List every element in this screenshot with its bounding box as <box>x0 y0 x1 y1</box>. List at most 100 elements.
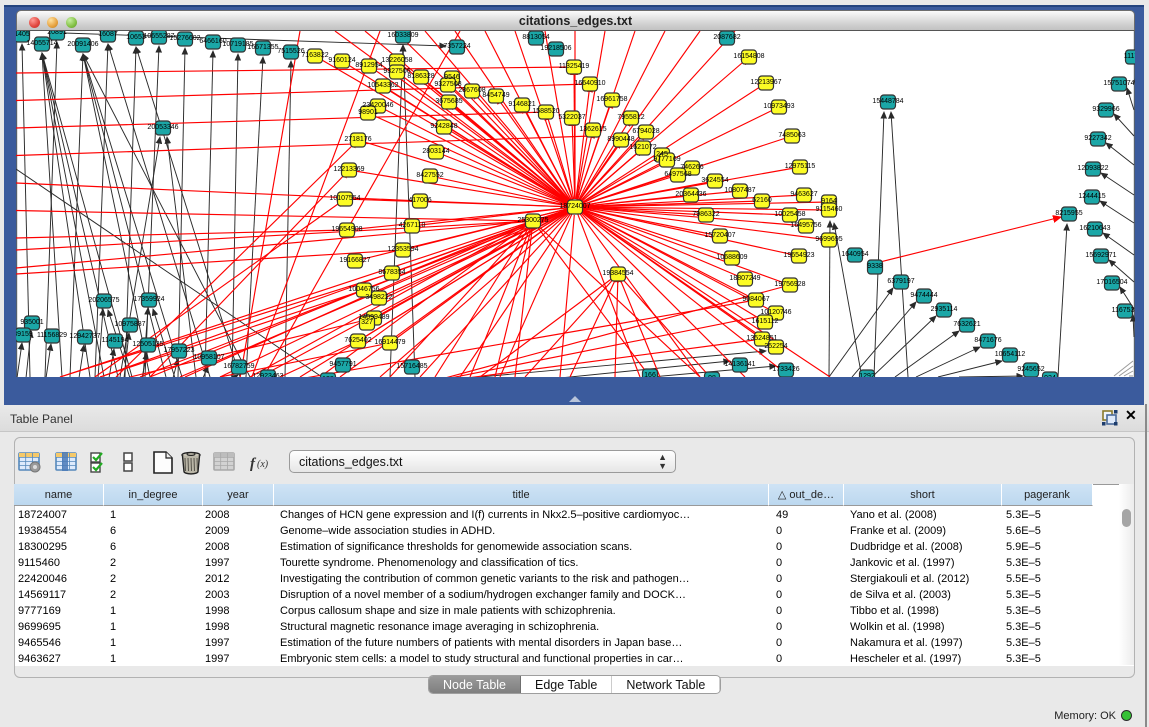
svg-text:12353594: 12353594 <box>387 246 418 253</box>
svg-text:924: 924 <box>1044 375 1056 377</box>
svg-text:15716485: 15716485 <box>396 363 427 370</box>
svg-text:9474444: 9474444 <box>910 292 937 299</box>
svg-text:19756928: 19756928 <box>774 281 805 288</box>
svg-text:19654908: 19654908 <box>331 226 362 233</box>
svg-text:62160: 62160 <box>752 197 772 204</box>
svg-text:935001: 935001 <box>20 319 43 326</box>
svg-text:16495756: 16495756 <box>790 222 821 229</box>
svg-text:9146821: 9146821 <box>508 101 535 108</box>
svg-text:1640954: 1640954 <box>841 251 868 258</box>
svg-text:20091406: 20091406 <box>67 41 98 48</box>
svg-text:10958107: 10958107 <box>193 354 224 361</box>
svg-text:9115460: 9115460 <box>816 206 843 213</box>
svg-text:14055714: 14055714 <box>26 40 57 47</box>
svg-text:1244415: 1244415 <box>1078 193 1105 200</box>
svg-text:6794028: 6794028 <box>632 128 659 135</box>
svg-text:3624554: 3624554 <box>701 177 728 184</box>
svg-text:10543362: 10543362 <box>367 82 398 89</box>
svg-text:2935114: 2935114 <box>931 306 958 313</box>
svg-text:16782759: 16782759 <box>223 363 254 370</box>
svg-text:10046756: 10046756 <box>348 286 379 293</box>
svg-text:9164: 9164 <box>821 198 837 205</box>
svg-text:1588520: 1588520 <box>532 108 559 115</box>
svg-text:8813054: 8813054 <box>522 34 549 41</box>
svg-text:6497568: 6497568 <box>664 171 691 178</box>
svg-text:10025458: 10025458 <box>774 211 805 218</box>
svg-text:12942737: 12942737 <box>69 333 100 340</box>
svg-text:5322037: 5322037 <box>558 114 585 121</box>
svg-text:3498222: 3498222 <box>365 294 392 301</box>
svg-text:18724007: 18724007 <box>559 203 590 210</box>
svg-text:2087682: 2087682 <box>713 34 740 41</box>
svg-text:16154808: 16154808 <box>733 53 764 60</box>
svg-text:1405: 1405 <box>16 31 30 38</box>
svg-text:20206575: 20206575 <box>88 297 119 304</box>
svg-text:9245652: 9245652 <box>1017 366 1044 373</box>
svg-text:417006: 417006 <box>408 197 431 204</box>
svg-text:15720407: 15720407 <box>704 232 735 239</box>
svg-text:1145194: 1145194 <box>102 337 129 344</box>
svg-text:20053346: 20053346 <box>147 124 178 131</box>
svg-text:1167533: 1167533 <box>1112 307 1135 314</box>
svg-text:15751074: 15751074 <box>1103 80 1134 87</box>
svg-text:9457791: 9457791 <box>329 361 356 368</box>
svg-text:12975115: 12975115 <box>785 163 816 170</box>
svg-text:12923463: 12923463 <box>252 373 283 377</box>
svg-text:11173: 11173 <box>1124 53 1135 60</box>
svg-text:10807487: 10807487 <box>724 187 755 194</box>
svg-text:7357224: 7357224 <box>443 43 470 50</box>
svg-text:17016504: 17016504 <box>1096 279 1127 286</box>
svg-text:2718176: 2718176 <box>344 136 371 143</box>
svg-text:9777169: 9777169 <box>653 156 680 163</box>
svg-text:7632621: 7632621 <box>953 321 980 328</box>
svg-text:4267110: 4267110 <box>399 222 426 229</box>
svg-text:17957223: 17957223 <box>163 347 194 354</box>
svg-text:1621072: 1621072 <box>629 144 656 151</box>
svg-text:13524851: 13524851 <box>746 335 777 342</box>
svg-text:7986322: 7986322 <box>692 211 719 218</box>
svg-text:10975887: 10975887 <box>114 321 145 328</box>
svg-text:11325419: 11325419 <box>559 63 590 70</box>
svg-text:7955812: 7955812 <box>617 114 644 121</box>
svg-text:16210643: 16210643 <box>1079 225 1110 232</box>
svg-text:9242848: 9242848 <box>430 123 457 130</box>
svg-text:252254: 252254 <box>764 343 787 350</box>
svg-text:9338: 9338 <box>867 263 883 270</box>
svg-text:18807249: 18807249 <box>729 275 760 282</box>
svg-text:9329966: 9329966 <box>1092 106 1119 113</box>
svg-text:12213369: 12213369 <box>333 166 364 173</box>
svg-text:746266: 746266 <box>680 164 703 171</box>
svg-text:20891: 20891 <box>47 31 67 36</box>
svg-text:9084067: 9084067 <box>742 296 769 303</box>
svg-text:19384554: 19384554 <box>602 270 633 277</box>
svg-text:8471676: 8471676 <box>974 337 1001 344</box>
svg-text:1362615: 1362615 <box>579 126 606 133</box>
svg-text:8427552: 8427552 <box>416 172 443 179</box>
svg-text:98: 98 <box>708 375 716 377</box>
svg-text:1615112: 1615112 <box>752 318 779 325</box>
svg-text:16640910: 16640910 <box>574 80 605 87</box>
svg-text:6379197: 6379197 <box>887 278 914 285</box>
svg-text:7163822: 7163822 <box>301 52 328 59</box>
svg-text:129: 129 <box>322 376 334 377</box>
svg-text:(x): (x) <box>257 459 269 470</box>
svg-text:8678354: 8678354 <box>378 269 405 276</box>
svg-text:15692971: 15692971 <box>1085 252 1116 259</box>
svg-text:23420046: 23420046 <box>362 102 393 109</box>
svg-text:16961758: 16961758 <box>596 96 627 103</box>
svg-text:14136141: 14136141 <box>724 361 755 368</box>
svg-text:16087: 16087 <box>98 31 118 38</box>
svg-text:2803144: 2803144 <box>422 148 449 155</box>
svg-text:19218506: 19218506 <box>540 45 571 52</box>
svg-text:9160124: 9160124 <box>328 57 355 64</box>
svg-text:10120746: 10120746 <box>760 309 791 316</box>
svg-text:9699695: 9699695 <box>815 236 842 243</box>
svg-text:8186328: 8186328 <box>407 73 434 80</box>
svg-text:327: 327 <box>361 319 373 326</box>
svg-text:10654112: 10654112 <box>995 351 1026 358</box>
svg-text:9227342: 9227342 <box>1084 135 1111 142</box>
svg-text:13226058: 13226058 <box>381 57 412 64</box>
svg-text:166: 166 <box>644 372 656 377</box>
svg-text:12093822: 12093822 <box>1077 165 1108 172</box>
svg-text:9463627: 9463627 <box>790 191 817 198</box>
